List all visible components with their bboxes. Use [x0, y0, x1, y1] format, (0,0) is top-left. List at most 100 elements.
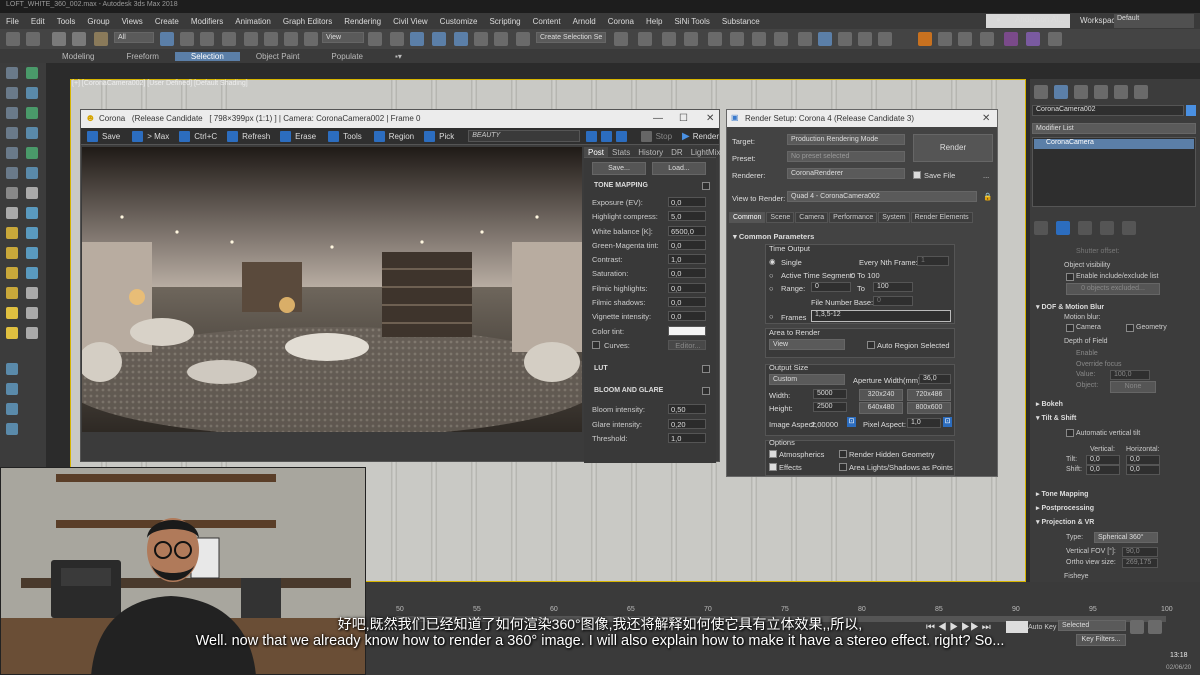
object-color-swatch[interactable]	[1186, 105, 1196, 116]
stack-item-coronacamera[interactable]: CoronaCamera	[1034, 139, 1194, 149]
align-icon[interactable]	[638, 32, 652, 46]
render-setup-title-bar[interactable]: ▣ Render Setup: Corona 4 (Release Candid…	[727, 110, 997, 127]
output-size-dropdown[interactable]: Custom	[769, 374, 845, 385]
tool-19-icon[interactable]	[6, 247, 18, 259]
menu-substance[interactable]: Substance	[716, 17, 766, 26]
highlight-compress-spinner[interactable]: 5,0	[668, 211, 706, 222]
user-account-dropdown[interactable]: ● Anderson Al...	[986, 14, 1070, 28]
vertical-fov-spinner[interactable]: 90,0	[1122, 547, 1158, 557]
focus-value-spinner[interactable]: 100,0	[1110, 370, 1150, 380]
area-to-render-dropdown[interactable]: View	[769, 339, 845, 350]
tab-history[interactable]: History	[634, 147, 667, 157]
menu-corona[interactable]: Corona	[602, 17, 640, 26]
tool-12-icon[interactable]	[26, 167, 38, 179]
auto-vertical-tilt-checkbox[interactable]	[1066, 429, 1074, 437]
vfb-max-button[interactable]: > Max	[132, 130, 169, 142]
tool-21-icon[interactable]	[6, 267, 18, 279]
preset-800x600-button[interactable]: 800x600	[907, 402, 951, 414]
tab-system[interactable]: System	[878, 212, 910, 223]
lock-icon[interactable]: 🔒	[983, 192, 992, 201]
motion-tab-icon[interactable]	[1094, 85, 1108, 99]
hierarchy-tab-icon[interactable]	[1074, 85, 1088, 99]
curves-editor-button[interactable]: Editor...	[668, 339, 706, 350]
range-from-spinner[interactable]: 0	[811, 282, 851, 292]
scale-icon[interactable]	[284, 32, 298, 46]
tool-10-icon[interactable]	[26, 147, 38, 159]
bloom-glare-section[interactable]: BLOOM AND GLARE	[584, 385, 716, 397]
glare-intensity-spinner[interactable]: 0,20	[668, 418, 706, 429]
tab-lightmix[interactable]: LightMix	[687, 147, 725, 157]
percent-snap-icon[interactable]	[474, 32, 488, 46]
tool-24-icon[interactable]	[26, 287, 38, 299]
tool-7-icon[interactable]	[6, 127, 18, 139]
toggle-layer-explorer-icon[interactable]	[684, 32, 698, 46]
exposure-spinner[interactable]: 0,0	[668, 197, 706, 207]
menu-content[interactable]: Content	[527, 17, 567, 26]
render-button[interactable]: Render	[913, 134, 993, 162]
curve-editor-icon[interactable]	[730, 32, 744, 46]
plugin-c-icon[interactable]	[1048, 32, 1062, 46]
view-to-render-dropdown[interactable]: Quad 4 - CoronaCamera002	[787, 191, 977, 202]
every-nth-spinner[interactable]: 1	[917, 256, 949, 266]
rendered-360-image[interactable]	[82, 147, 582, 432]
move-icon[interactable]	[244, 32, 258, 46]
aperture-spinner[interactable]: 36,0	[919, 374, 951, 384]
select-object-icon[interactable]	[160, 32, 174, 46]
save-file-more-icon[interactable]: ...	[983, 171, 989, 180]
menu-file[interactable]: File	[0, 17, 25, 26]
schematic-view-icon[interactable]	[752, 32, 766, 46]
menu-help[interactable]: Help	[640, 17, 668, 26]
active-segment-radio[interactable]: ○	[769, 271, 774, 280]
atmospherics-checkbox[interactable]	[769, 450, 777, 458]
window-crossing-icon[interactable]	[222, 32, 236, 46]
render-hidden-checkbox[interactable]	[839, 450, 847, 458]
selection-filter-dropdown[interactable]: All	[114, 32, 154, 43]
tool-29-icon[interactable]	[6, 363, 18, 375]
threshold-spinner[interactable]: 1,0	[668, 432, 706, 443]
workspace-dropdown[interactable]: Default	[1114, 14, 1194, 28]
pin-stack-icon[interactable]	[1034, 221, 1048, 235]
menu-animation[interactable]: Animation	[229, 17, 277, 26]
curves-checkbox[interactable]	[592, 340, 600, 349]
tool-5-icon[interactable]	[6, 107, 18, 119]
postprocessing-rollout[interactable]: ▸ Postprocessing	[1036, 504, 1094, 512]
file-number-base-spinner[interactable]: 0	[873, 296, 913, 306]
tool-13-icon[interactable]	[6, 187, 18, 199]
spinner-snap-icon[interactable]	[494, 32, 508, 46]
green-magenta-spinner[interactable]: 0,0	[668, 239, 706, 250]
vfb-title-bar[interactable]: ☻ Corona (Release Candidate [ 798×399px …	[81, 110, 719, 128]
select-manipulate-icon[interactable]	[390, 32, 404, 46]
tool-27-icon[interactable]	[6, 327, 18, 339]
vfb-erase-button[interactable]: Erase	[280, 130, 316, 142]
tool-26-icon[interactable]	[26, 307, 38, 319]
tab-post[interactable]: Post	[584, 147, 609, 157]
tool-11-icon[interactable]	[6, 167, 18, 179]
tool-25-icon[interactable]	[6, 307, 18, 319]
unlink-icon[interactable]	[72, 32, 86, 46]
tone-mapping-rollout[interactable]: ▸ Tone Mapping	[1036, 490, 1088, 498]
tool-14-icon[interactable]	[26, 187, 38, 199]
mb-camera-checkbox[interactable]	[1066, 324, 1074, 332]
tool-28-icon[interactable]	[26, 327, 38, 339]
list-icon[interactable]	[980, 32, 994, 46]
vertical-shift-spinner[interactable]: 0,0	[1086, 465, 1120, 475]
plugin-b-icon[interactable]	[1026, 32, 1040, 46]
rendered-frame-window-icon[interactable]	[818, 32, 832, 46]
tool-17-icon[interactable]	[6, 227, 18, 239]
vertical-tilt-spinner[interactable]: 0,0	[1086, 455, 1120, 465]
preset-dropdown[interactable]: No preset selected	[787, 151, 905, 162]
height-spinner[interactable]: 2500	[813, 402, 847, 412]
render-production-icon[interactable]	[838, 32, 852, 46]
color-tint-swatch[interactable]	[668, 325, 706, 336]
tab-stats[interactable]: Stats	[608, 147, 634, 157]
menu-views[interactable]: Views	[116, 17, 149, 26]
dof-rollout[interactable]: ▾ DOF & Motion Blur	[1036, 303, 1104, 311]
frames-input[interactable]: 1,3,5-12	[811, 310, 951, 322]
ribbon-tab-populate[interactable]: Populate	[315, 52, 379, 61]
menu-arnold[interactable]: Arnold	[567, 17, 602, 26]
region-select-icon[interactable]	[200, 32, 214, 46]
filmic-highlights-spinner[interactable]: 0,0	[668, 282, 706, 293]
tilt-shift-rollout[interactable]: ▾ Tilt & Shift	[1036, 414, 1076, 422]
tool-6-icon[interactable]	[26, 107, 38, 119]
pivot-center-icon[interactable]	[368, 32, 382, 46]
